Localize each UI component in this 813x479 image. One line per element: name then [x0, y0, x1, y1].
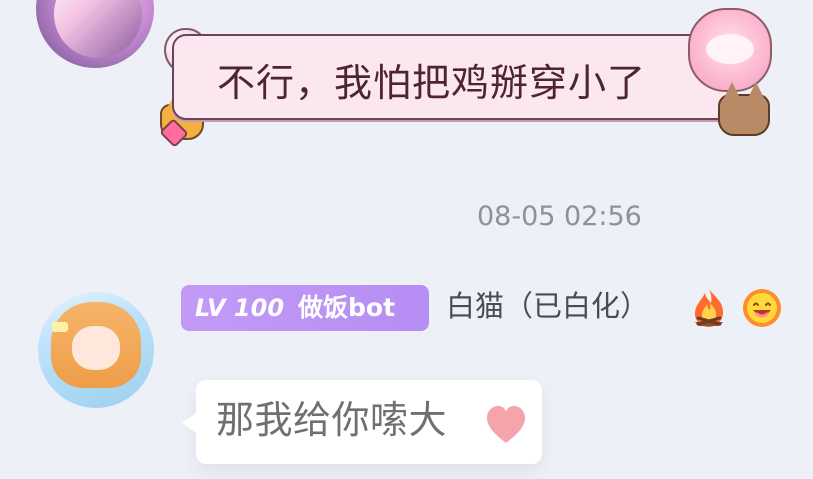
member-level-badge: LV 100 做饭bot [181, 285, 429, 331]
girl-sticker-face [706, 34, 754, 64]
badge-title: 做饭bot [298, 293, 396, 322]
sender-name[interactable]: 白猫（已白化） [446, 288, 649, 324]
heart-icon [482, 403, 530, 445]
avatar-face [72, 326, 120, 370]
message-bubble-top: 不行，我怕把鸡掰穿小了 [159, 8, 775, 148]
fire-icon [689, 287, 729, 329]
message-text-top: 不行，我怕把鸡掰穿小了 [217, 61, 647, 105]
message-bubble-main: 那我给你嗦大 [182, 380, 542, 464]
avatar-hair-bow [52, 322, 68, 332]
sender-avatar-top[interactable] [36, 0, 154, 68]
sender-avatar-main[interactable] [38, 292, 154, 408]
cat-sticker-right [718, 82, 770, 136]
message-text-main: 那我给你嗦大 [216, 398, 448, 442]
badge-level: LV 100 [195, 294, 285, 322]
smile-emoji-icon [741, 287, 783, 329]
message-timestamp: 08-05 02:56 [477, 201, 642, 232]
girl-sticker [688, 8, 772, 92]
